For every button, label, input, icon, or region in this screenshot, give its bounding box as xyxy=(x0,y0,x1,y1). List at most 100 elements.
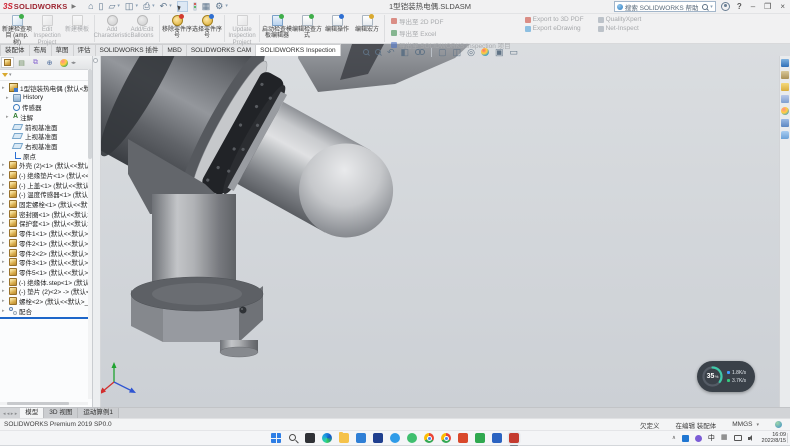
update-inspection-project-button[interactable]: Update Inspection Project xyxy=(227,14,257,43)
tree-mates-row[interactable]: 配合 xyxy=(0,306,92,316)
tab-property-manager[interactable]: ▤ xyxy=(15,57,28,68)
clock[interactable]: 16:09 2022/8/15 xyxy=(762,432,786,445)
help-search-box[interactable]: 搜索 SOLIDWORKS 帮助 ▾ xyxy=(614,1,716,12)
restore-button[interactable]: ❒ xyxy=(762,2,773,11)
expander-icon[interactable] xyxy=(2,172,7,178)
undo-dropdown-caret[interactable]: ▾ xyxy=(169,0,172,13)
tree-top-plane-row[interactable]: 上视基准面 xyxy=(0,131,92,141)
edge-icon[interactable] xyxy=(322,433,332,443)
export-menu-item[interactable]: Export eDrawing xyxy=(525,25,584,32)
expander-icon[interactable] xyxy=(2,240,7,246)
expander-icon[interactable] xyxy=(2,269,7,275)
edit-operations-button[interactable]: 编辑操作 xyxy=(322,14,352,43)
tree-component-row[interactable]: 零件5<1> (默认<<默认>_显示状态 xyxy=(0,267,92,277)
save-icon[interactable]: ◫ xyxy=(125,0,134,13)
export-menu-item[interactable]: 导出至 SOLIDWORKS Inspection 项目 xyxy=(391,40,511,50)
tab-addins[interactable]: SOLIDWORKS 插件 xyxy=(95,44,164,56)
hidden-icons-chevron-icon[interactable]: ∧ xyxy=(672,435,676,441)
tree-component-row[interactable]: 保护套<1> (默认<<默认>_显示状 xyxy=(0,219,92,229)
appearances-icon[interactable] xyxy=(781,107,789,115)
export-menu-item[interactable]: 导出至 2D PDF xyxy=(391,16,511,26)
options-dropdown-caret[interactable]: ▾ xyxy=(225,0,228,13)
expander-icon[interactable] xyxy=(2,259,7,265)
file-explorer-icon[interactable] xyxy=(781,83,789,91)
expander-icon[interactable] xyxy=(2,230,7,236)
expander-icon[interactable] xyxy=(2,250,7,256)
performance-overlay[interactable]: 35% 1.8K/s 3.7K/s xyxy=(697,361,755,392)
tree-component-row[interactable]: 零件2<2> (默认<<默认>_显示状 xyxy=(0,248,92,258)
splitter-knob-icon[interactable] xyxy=(93,58,98,63)
design-library-icon[interactable] xyxy=(781,71,789,79)
tree-component-row[interactable]: 密封圈<1> (默认<<默认>_显示状 xyxy=(0,209,92,219)
close-button[interactable]: × xyxy=(778,2,787,11)
filter-icon[interactable] xyxy=(2,73,8,77)
search-icon[interactable] xyxy=(288,433,298,443)
file-properties-icon[interactable]: ▦ xyxy=(202,0,211,13)
panel-splitter[interactable] xyxy=(92,56,101,407)
tree-component-row[interactable]: (-) 绝缘体.step<1> (默认<<默认> xyxy=(0,277,92,287)
expander-icon[interactable] xyxy=(2,220,7,226)
launch-template-editor-button[interactable]: 启动检查模板编辑器 xyxy=(262,14,292,43)
tree-component-row[interactable]: (-) 温度传感器<1> (默认<<默认>_ xyxy=(0,190,92,200)
expander-icon[interactable] xyxy=(2,279,7,285)
save-dropdown-caret[interactable]: ▾ xyxy=(135,0,138,13)
tab-evaluate[interactable]: 评估 xyxy=(73,44,96,56)
home-icon[interactable]: ⌂ xyxy=(88,0,93,13)
tree-sensors-row[interactable]: 传感器 xyxy=(0,102,92,112)
expander-icon[interactable] xyxy=(2,288,7,294)
tree-horizontal-scrollbar[interactable] xyxy=(0,402,88,405)
view-palette-icon[interactable] xyxy=(781,95,789,103)
resources-home-icon[interactable] xyxy=(781,59,789,67)
new-template-button[interactable]: 新建模板 xyxy=(62,14,92,43)
green-app-icon[interactable] xyxy=(407,433,417,443)
graphics-area[interactable]: ↶ ◧ ▢ ◫ ◎ ▣ ▭ 35% 1.8K/s xyxy=(0,44,790,407)
new-inspection-project-button[interactable]: 新建检查项目 (amp.树) xyxy=(2,14,32,43)
select-balloons-button[interactable]: 选择零件序号 xyxy=(192,14,222,43)
units-selector[interactable]: MMGS xyxy=(732,421,752,428)
panel-tab-arrows[interactable]: ◂▸ xyxy=(71,60,76,66)
zoom-area-icon[interactable] xyxy=(375,49,381,55)
edit-macro-button[interactable]: 编辑宏方 xyxy=(352,14,382,43)
security-tray-icon[interactable] xyxy=(695,435,702,442)
select-tool-icon[interactable] xyxy=(177,1,188,12)
tree-front-plane-row[interactable]: 前视基准面 xyxy=(0,122,92,132)
tree-history-row[interactable]: History xyxy=(0,93,92,103)
tree-component-row[interactable]: 零件1<1> (默认<<默认>_显示状态 xyxy=(0,228,92,238)
filter-dropdown-caret[interactable]: ▾ xyxy=(9,72,12,78)
export-menu-item[interactable]: 导出至 Excel xyxy=(391,28,511,38)
print-dropdown-caret[interactable]: ▾ xyxy=(152,0,155,13)
menu-expand-arrow[interactable]: ▶ xyxy=(71,3,76,10)
tree-component-row[interactable]: 零件2<1> (默认<<默认>_显示状 xyxy=(0,238,92,248)
solidworks-app-icon[interactable] xyxy=(509,433,519,443)
wps-app-icon[interactable] xyxy=(475,433,485,443)
open-icon[interactable]: ▱ xyxy=(108,0,115,13)
export-menu-item[interactable]: Net-Inspect xyxy=(598,25,642,32)
tree-component-row[interactable]: 零件3<1> (默认<<默认>_显示状 xyxy=(0,257,92,267)
add-characteristic-button[interactable]: Add Characteristic xyxy=(97,14,127,43)
new-document-icon[interactable]: ▯ xyxy=(99,0,104,13)
tab-display-manager[interactable] xyxy=(57,57,70,68)
cloud-app-icon[interactable] xyxy=(390,433,400,443)
minimize-button[interactable]: – xyxy=(749,2,757,11)
login-avatar-icon[interactable] xyxy=(721,2,730,11)
tree-vertical-scrollbar[interactable] xyxy=(88,69,92,399)
dark-app-icon[interactable] xyxy=(305,433,315,443)
expander-icon[interactable] xyxy=(2,191,7,197)
tree-component-row[interactable]: (-) 上盖<1> (默认<<默认>_显示状 xyxy=(0,180,92,190)
expander-icon[interactable] xyxy=(6,114,11,120)
units-dropdown-caret[interactable]: ▾ xyxy=(756,422,759,428)
tree-component-row[interactable]: 螺栓<2> (默认<<默认>_显示状态 xyxy=(0,296,92,306)
expander-icon[interactable] xyxy=(2,85,7,91)
tab-solidworks-inspection[interactable]: SOLIDWORKS Inspection xyxy=(255,44,341,56)
expander-icon[interactable] xyxy=(2,162,7,168)
reader-app-icon[interactable] xyxy=(458,433,468,443)
word-app-icon[interactable] xyxy=(492,433,502,443)
tree-component-row[interactable]: 外壳 (2)<1> (默认<<默认>_显示状 xyxy=(0,161,92,171)
export-menu-item[interactable]: Export to 3D PDF xyxy=(525,16,584,23)
options-gear-icon[interactable]: ⚙ xyxy=(215,0,223,13)
export-menu-item[interactable]: QualityXpert xyxy=(598,16,642,23)
browser-360-icon[interactable] xyxy=(424,433,434,443)
search-dropdown-caret[interactable]: ▾ xyxy=(710,4,713,10)
store-icon[interactable] xyxy=(373,433,383,443)
chrome-icon[interactable] xyxy=(441,433,451,443)
